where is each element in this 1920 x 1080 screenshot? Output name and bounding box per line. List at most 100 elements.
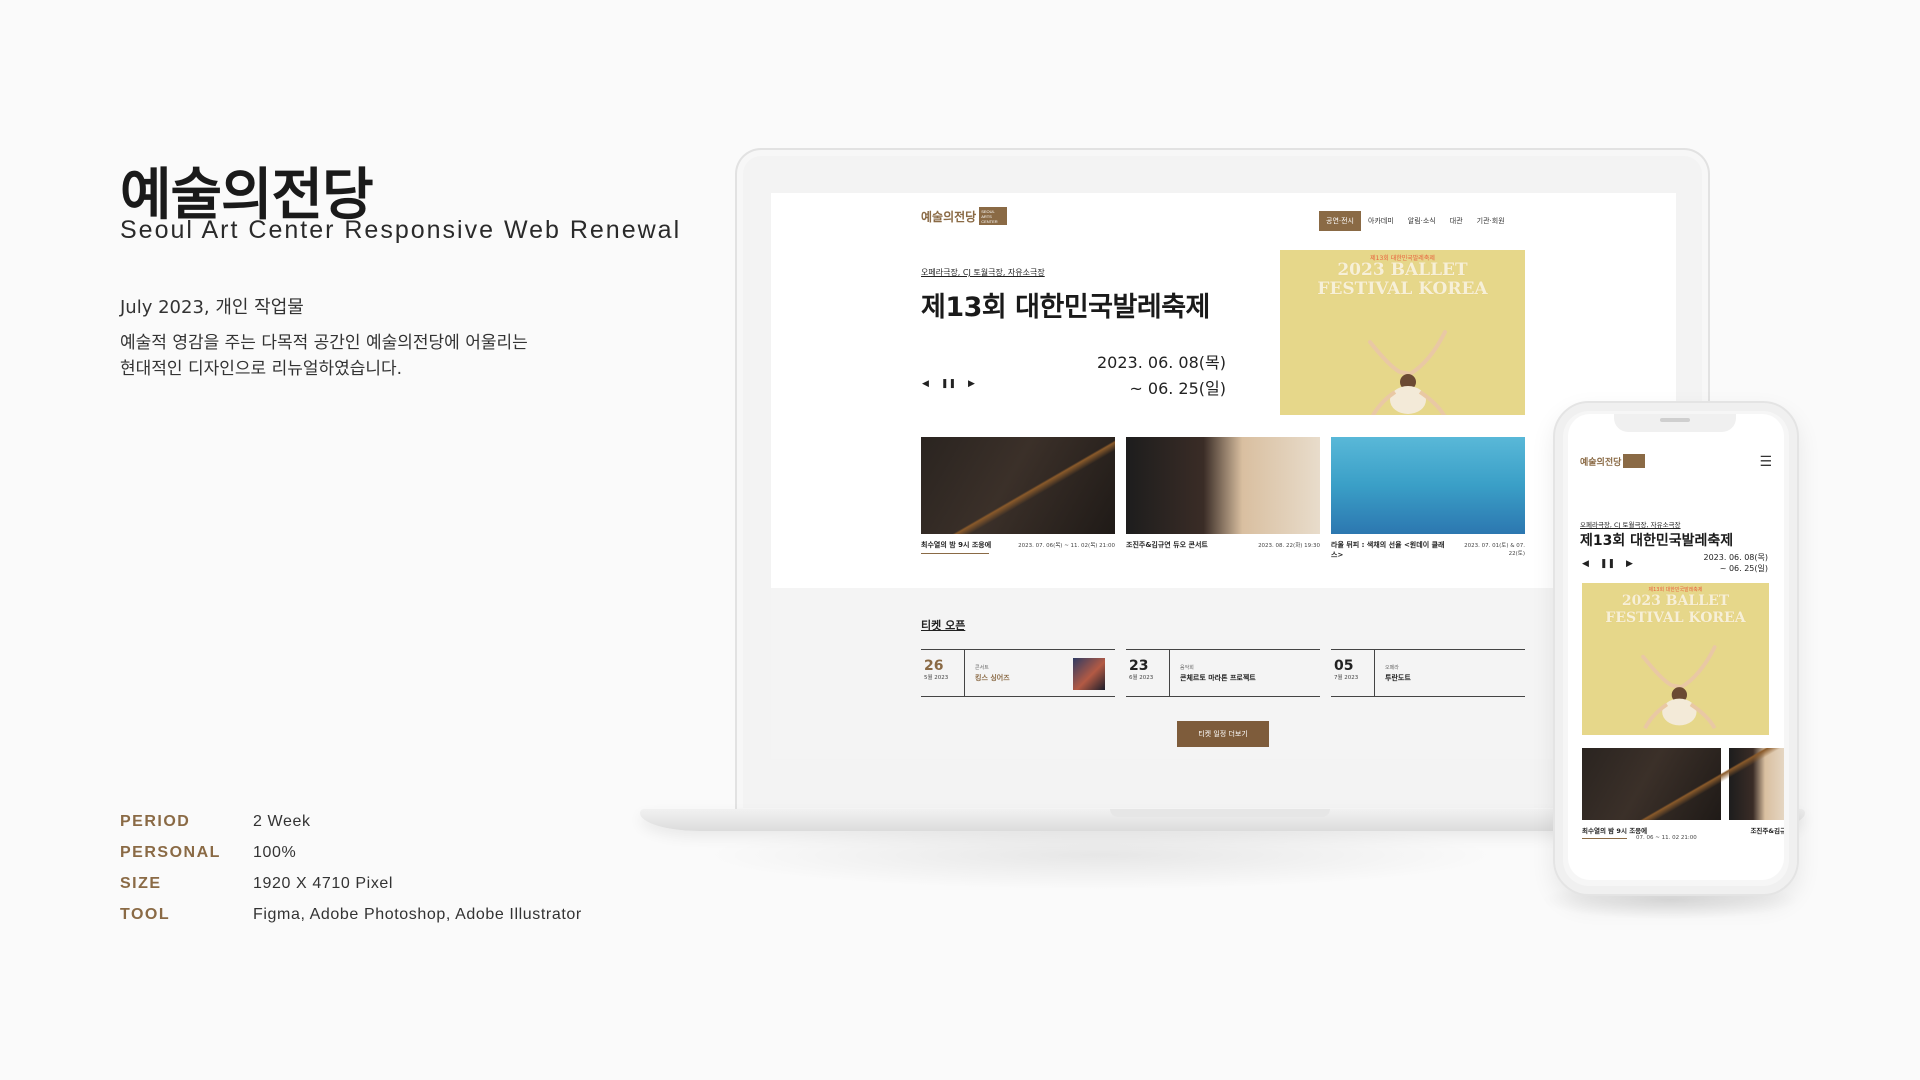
hero-title[interactable]: 제13회 대한민국발레축제 — [921, 285, 1210, 324]
card-title: 조진주&김규연 듀오 콘서트 — [1126, 541, 1208, 549]
mobile-card-progress-bar — [1582, 838, 1627, 839]
hero-date-end: ~ 06. 25(일) — [1129, 379, 1226, 398]
card-image — [921, 437, 1115, 534]
card-image — [1331, 437, 1525, 534]
project-description: 예술적 영감을 주는 다목적 공간인 예술의전당에 어울리는 현대적인 디자인으… — [120, 330, 528, 382]
ticket-info: 음악회 콘체르토 마라톤 프로젝트 — [1170, 664, 1256, 683]
ticket-info: 오페라 투란도트 — [1375, 664, 1411, 683]
hero-venue[interactable]: 오페라극장, CJ 토월극장, 자유소극장 — [921, 267, 1045, 278]
ticket-date: 05 7월 2023 — [1331, 650, 1375, 696]
card-image — [1126, 437, 1320, 534]
ticket-item[interactable]: 26 5월 2023 콘서트 킹스 싱어즈 — [921, 649, 1115, 697]
logo-text: 예술의전당 — [1580, 457, 1622, 468]
mobile-date-start: 2023. 06. 08(목) — [1703, 553, 1769, 562]
meta-value: 2 Week — [253, 812, 311, 830]
meta-row-tool: TOOL Figma, Adobe Photoshop, Adobe Illus… — [120, 899, 582, 930]
card-caption: 라울 뒤피 : 색채의 선율 <원데이 클래스> 2023. 07. 01(토)… — [1331, 540, 1525, 560]
meta-key: TOOL — [120, 905, 171, 923]
hero-poster[interactable]: 제13회 대한민국발레축제 2023 BALLET FESTIVAL KOREA — [1280, 250, 1525, 415]
phone-speaker — [1660, 418, 1690, 422]
ticket-item[interactable]: 23 6월 2023 음악회 콘체르토 마라톤 프로젝트 — [1126, 649, 1320, 697]
next-icon[interactable]: ▶ — [968, 379, 975, 389]
ticket-item[interactable]: 05 7월 2023 오페라 투란도트 — [1331, 649, 1525, 697]
meta-key: PERIOD — [120, 812, 191, 830]
ballerina-image — [1641, 645, 1717, 730]
meta-row-personal: PERSONAL 100% — [120, 837, 582, 868]
hamburger-menu-icon[interactable]: ☰ — [1759, 454, 1772, 470]
mobile-hero-poster[interactable]: 제13회 대한민국발레축제 2023 BALLET FESTIVAL KOREA — [1582, 583, 1769, 735]
project-meta: PERIOD 2 Week PERSONAL 100% SIZE 1920 X … — [120, 806, 582, 930]
ticket-month: 5월 2023 — [924, 675, 949, 681]
main-nav: 공연·전시 아카데미 알림·소식 대관 기관·회원 — [1319, 211, 1512, 231]
nav-item-academy[interactable]: 아카데미 — [1361, 211, 1401, 231]
laptop-notch — [1110, 809, 1330, 817]
project-date: July 2023, 개인 작업물 — [120, 297, 304, 318]
pause-icon[interactable]: ❚❚ — [941, 379, 956, 389]
nav-item-news[interactable]: 알림·소식 — [1401, 211, 1443, 231]
mobile-slider-controls: ◀ ❚❚ ▶ — [1582, 559, 1633, 569]
card-caption: 최수열의 밤 9시 조응에 2023. 07. 06(목) ~ 11. 02(목… — [921, 540, 1115, 554]
description-line: 예술적 영감을 주는 다목적 공간인 예술의전당에 어울리는 — [120, 333, 528, 353]
card-date: 2023. 07. 01(토) & 07. 22(토) — [1464, 543, 1525, 557]
site-logo[interactable]: 예술의전당 SEOUL ARTS CENTER — [921, 207, 1008, 225]
nav-item-performances[interactable]: 공연·전시 — [1319, 211, 1361, 231]
ticket-category: 오페라 — [1385, 664, 1399, 671]
ticket-name: 킹스 싱어즈 — [975, 673, 1010, 682]
mobile-date-end: ~ 06. 25(일) — [1719, 564, 1768, 573]
mobile-card-title: 최수열의 밤 9시 조응에 — [1582, 827, 1648, 835]
ticket-day: 26 — [924, 658, 944, 674]
pause-icon[interactable]: ❚❚ — [1600, 559, 1615, 569]
mobile-card-captions: 최수열의 밤 9시 조응에 조진주&김규연 — [1582, 825, 1784, 835]
description-line: 현대적인 디자인으로 리뉴얼하였습니다. — [120, 359, 403, 379]
card-date: 2023. 08. 22(화) 19:30 — [1258, 543, 1320, 549]
hero-date-start: 2023. 06. 08(목) — [1097, 353, 1226, 372]
ballerina-image — [1368, 330, 1447, 415]
featured-card[interactable]: 최수열의 밤 9시 조응에 2023. 07. 06(목) ~ 11. 02(목… — [921, 437, 1115, 560]
poster-subtitle: 제13회 대한민국발레축제 — [1648, 587, 1703, 593]
meta-value: 1920 X 4710 Pixel — [253, 874, 394, 892]
poster-title: 2023 BALLET FESTIVAL KOREA — [1605, 593, 1746, 626]
meta-key: SIZE — [120, 874, 162, 892]
mobile-site-screen: 예술의전당 ☰ 오페라극장, CJ 토월극장, 자유소극장 제13회 대한민국발… — [1568, 414, 1784, 880]
featured-card[interactable]: 라울 뒤피 : 색채의 선율 <원데이 클래스> 2023. 07. 01(토)… — [1331, 437, 1525, 560]
featured-cards: 최수열의 밤 9시 조응에 2023. 07. 06(목) ~ 11. 02(목… — [921, 437, 1525, 560]
prev-icon[interactable]: ◀ — [1582, 559, 1589, 569]
desktop-site-screen: 예술의전당 SEOUL ARTS CENTER 공연·전시 아카데미 알림·소식… — [771, 193, 1676, 759]
meta-key: PERSONAL — [120, 843, 221, 861]
ticket-month: 6월 2023 — [1129, 675, 1154, 681]
phone-notch — [1614, 414, 1736, 432]
card-caption: 조진주&김규연 듀오 콘서트 2023. 08. 22(화) 19:30 — [1126, 540, 1320, 550]
ticket-section-title[interactable]: 티켓 오픈 — [921, 617, 965, 633]
ticket-thumbnail — [1073, 658, 1105, 690]
ticket-info: 콘서트 킹스 싱어즈 — [965, 664, 1010, 683]
logo-text: 예술의전당 — [921, 209, 977, 224]
ticket-name: 콘체르토 마라톤 프로젝트 — [1180, 673, 1256, 682]
nav-item-rental[interactable]: 대관 — [1443, 211, 1470, 231]
card-progress-bar — [921, 553, 989, 554]
card-title: 최수열의 밤 9시 조응에 — [921, 541, 992, 549]
mobile-featured-cards — [1582, 748, 1784, 820]
mobile-card-image[interactable] — [1582, 748, 1721, 820]
project-subtitle: Seoul Art Center Responsive Web Renewal — [120, 216, 682, 244]
prev-icon[interactable]: ◀ — [922, 379, 929, 389]
featured-card[interactable]: 조진주&김규연 듀오 콘서트 2023. 08. 22(화) 19:30 — [1126, 437, 1320, 560]
ticket-month: 7월 2023 — [1334, 675, 1359, 681]
poster-title: 2023 BALLET FESTIVAL KOREA — [1317, 260, 1488, 299]
card-date: 2023. 07. 06(목) ~ 11. 02(목) 21:00 — [1018, 543, 1115, 549]
ticket-list: 26 5월 2023 콘서트 킹스 싱어즈 23 6월 2023 음악회 콘체르… — [921, 649, 1525, 697]
meta-row-period: PERIOD 2 Week — [120, 806, 582, 837]
ticket-day: 05 — [1334, 658, 1354, 674]
meta-row-size: SIZE 1920 X 4710 Pixel — [120, 868, 582, 899]
ticket-schedule-button[interactable]: 티켓 일정 더보기 — [1177, 721, 1269, 747]
ticket-date: 26 5월 2023 — [921, 650, 965, 696]
slider-controls: ◀ ❚❚ ▶ — [922, 379, 975, 389]
logo-mark: SEOUL ARTS CENTER — [979, 207, 1008, 225]
mobile-hero-title[interactable]: 제13회 대한민국발레축제 — [1580, 530, 1733, 550]
next-icon[interactable]: ▶ — [1626, 559, 1633, 569]
meta-value: Figma, Adobe Photoshop, Adobe Illustrato… — [253, 905, 582, 923]
mobile-card-date: 07. 06 ~ 11. 02 21:00 — [1636, 835, 1697, 841]
mobile-hero-venue[interactable]: 오페라극장, CJ 토월극장, 자유소극장 — [1580, 519, 1681, 529]
meta-value: 100% — [253, 843, 297, 861]
nav-item-membership[interactable]: 기관·회원 — [1470, 211, 1512, 231]
mobile-logo[interactable]: 예술의전당 — [1580, 454, 1646, 468]
